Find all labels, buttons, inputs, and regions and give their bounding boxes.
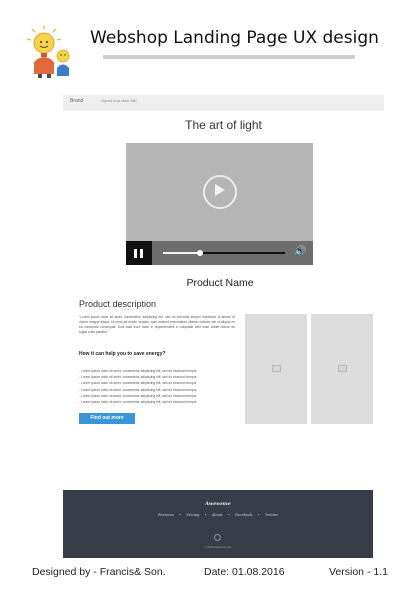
footer-link-about[interactable]: About bbox=[212, 513, 223, 517]
energy-heading: How it can help you to save energy? bbox=[79, 351, 166, 357]
image-icon bbox=[272, 365, 281, 372]
footer-separator: • bbox=[257, 513, 260, 517]
document-date: Date: 01.08.2016 bbox=[204, 566, 285, 578]
video-progress-fill bbox=[163, 252, 200, 254]
mascot-illustration bbox=[26, 26, 70, 78]
footer-link-facebook[interactable]: Facebook bbox=[235, 513, 252, 517]
designed-by: Designed by - Francis& Son. bbox=[32, 566, 166, 578]
volume-icon[interactable]: 🔊 bbox=[294, 247, 306, 257]
pause-icon bbox=[134, 249, 137, 258]
image-icon bbox=[338, 365, 347, 372]
hero-title: The art of light bbox=[185, 118, 262, 132]
footer-separator: • bbox=[227, 513, 230, 517]
footer-logo[interactable]: Awesome bbox=[63, 501, 373, 507]
video-seek-handle[interactable] bbox=[197, 250, 203, 256]
pause-button[interactable] bbox=[126, 241, 152, 265]
pause-icon bbox=[140, 249, 143, 258]
feature-list: - Lorem ipsum dolor sit amet, consectetu… bbox=[79, 368, 241, 405]
footer-links: Features • Pricing • About • Facebook • … bbox=[63, 513, 373, 517]
product-name: Product Name bbox=[186, 277, 254, 289]
find-out-more-button[interactable]: Find out more bbox=[79, 413, 135, 424]
list-item: - Lorem ipsum dolor sit amet, consectetu… bbox=[79, 400, 197, 405]
mockup-navbar bbox=[63, 95, 384, 111]
footer-separator: • bbox=[179, 513, 182, 517]
footer-copyright: © 2016 Awesome Inc. bbox=[204, 545, 232, 549]
document-version: Version - 1.1 bbox=[329, 566, 388, 578]
title-underline bbox=[103, 55, 355, 59]
footer-separator: • bbox=[204, 513, 207, 517]
document-title: Webshop Landing Page UX design bbox=[90, 28, 379, 48]
navbar-signed-in: Signed in as Mark Otto bbox=[101, 99, 137, 103]
footer-link-pricing[interactable]: Pricing bbox=[186, 513, 199, 517]
footer-link-features[interactable]: Features bbox=[158, 513, 174, 517]
play-icon bbox=[215, 184, 225, 196]
description-paragraph: "Lorem ipsum dolor sit amet, consectetur… bbox=[79, 315, 235, 334]
description-heading: Product description bbox=[79, 299, 157, 309]
footer-link-twitter[interactable]: Twitter bbox=[265, 513, 278, 517]
navbar-brand[interactable]: Brand bbox=[70, 98, 83, 104]
social-icon[interactable] bbox=[214, 534, 221, 541]
